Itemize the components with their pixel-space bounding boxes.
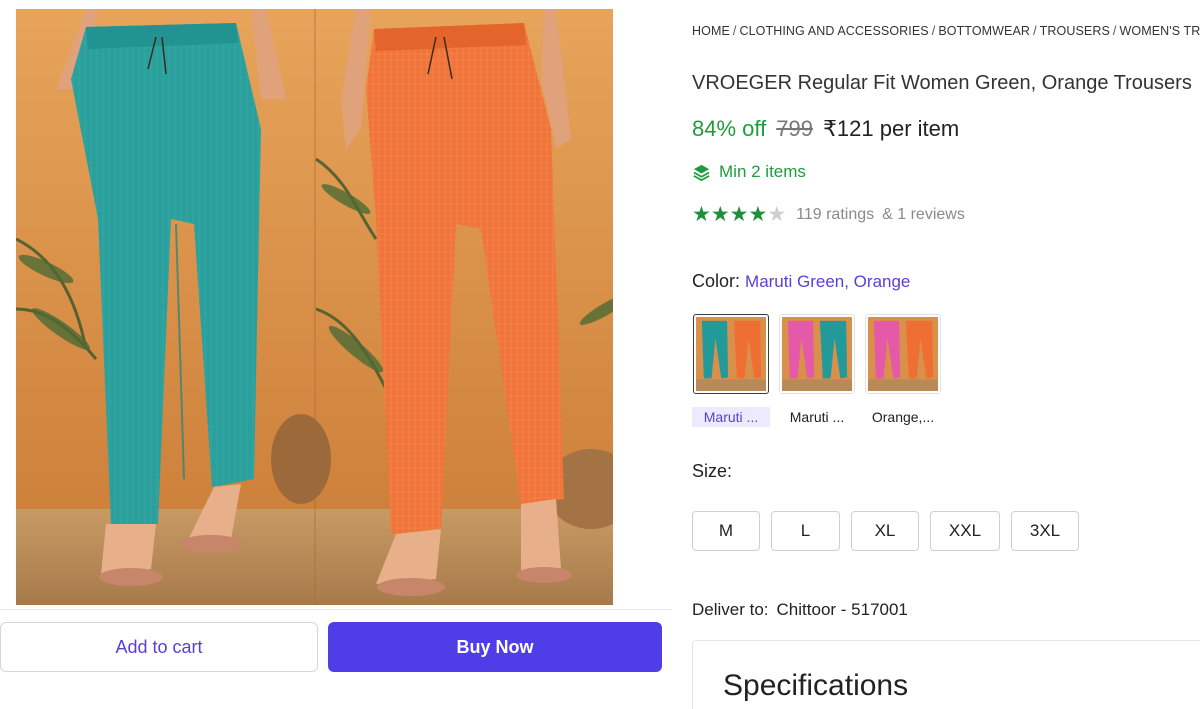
reviews-count: & 1 reviews	[882, 205, 965, 223]
variant-thumbnail	[693, 314, 769, 394]
variant-thumbnail	[779, 314, 855, 394]
size-option-l[interactable]: L	[771, 511, 840, 551]
breadcrumb-trousers[interactable]: TROUSERS	[1040, 24, 1110, 38]
delivery-location: Chittoor - 517001	[776, 600, 908, 619]
star-icon: ★	[710, 203, 730, 226]
discount-percent: 84% off	[692, 116, 767, 141]
breadcrumb-womens-trousers[interactable]: WOMEN'S TROUSERS	[1119, 24, 1200, 38]
size-option-xl[interactable]: XL	[851, 511, 919, 551]
specifications-card: Specifications	[692, 640, 1200, 709]
size-options: M L XL XXL 3XL	[692, 511, 1090, 551]
min-items-text: Min 2 items	[719, 162, 806, 181]
selling-price: ₹121 per item	[822, 116, 960, 141]
color-label: Color:	[692, 271, 741, 291]
action-bar: Add to cart Buy Now	[0, 609, 672, 685]
ratings-count: 119 ratings	[796, 205, 875, 223]
price-row: 84% off 799 ₹121 per item	[692, 116, 959, 142]
star-rating: ★ ★ ★ ★ ★	[692, 204, 786, 225]
variant-thumbnail	[865, 314, 941, 394]
breadcrumb-bottomwear[interactable]: BOTTOMWEAR	[938, 24, 1030, 38]
min-items-badge: Min 2 items	[692, 162, 806, 182]
color-row: Color: Maruti Green, Orange	[692, 271, 910, 292]
color-value: Maruti Green, Orange	[745, 272, 911, 291]
size-option-m[interactable]: M	[692, 511, 760, 551]
product-details: HOME / CLOTHING AND ACCESSORIES / BOTTOMWEAR…	[692, 0, 1200, 709]
variant-label: Orange,...	[871, 409, 935, 425]
color-variants: Maruti ... Maruti ... Orange,...	[692, 314, 950, 427]
stack-layers-icon	[693, 164, 710, 181]
delivery-row[interactable]: Deliver to: Chittoor - 517001	[692, 600, 908, 620]
deliver-to-label: Deliver to:	[692, 600, 769, 619]
buy-now-button[interactable]: Buy Now	[328, 622, 662, 672]
star-icon: ★	[729, 203, 749, 226]
product-title: VROEGER Regular Fit Women Green, Orange …	[692, 72, 1192, 94]
original-price: 799	[776, 116, 813, 141]
star-icon: ★	[748, 203, 768, 226]
color-variant[interactable]: Orange,...	[864, 314, 942, 427]
rating-row[interactable]: ★ ★ ★ ★ ★ 119 ratings & 1 reviews	[692, 204, 965, 225]
star-icon: ★	[692, 203, 711, 226]
variant-label: Maruti ...	[692, 407, 770, 427]
size-label: Size:	[692, 461, 733, 481]
product-image[interactable]	[16, 9, 613, 605]
breadcrumb-home[interactable]: HOME	[692, 24, 730, 38]
breadcrumb: HOME / CLOTHING AND ACCESSORIES / BOTTOMWEAR…	[692, 24, 1200, 38]
star-icon: ★	[767, 203, 787, 226]
color-variant[interactable]: Maruti ...	[692, 314, 770, 427]
specifications-title: Specifications	[723, 669, 909, 702]
add-to-cart-button[interactable]: Add to cart	[0, 622, 318, 672]
breadcrumb-clothing[interactable]: CLOTHING AND ACCESSORIES	[739, 24, 928, 38]
size-option-3xl[interactable]: 3XL	[1011, 511, 1079, 551]
color-variant[interactable]: Maruti ...	[778, 314, 856, 427]
product-photo	[16, 9, 613, 605]
size-option-xxl[interactable]: XXL	[930, 511, 1000, 551]
variant-label: Maruti ...	[789, 409, 845, 425]
